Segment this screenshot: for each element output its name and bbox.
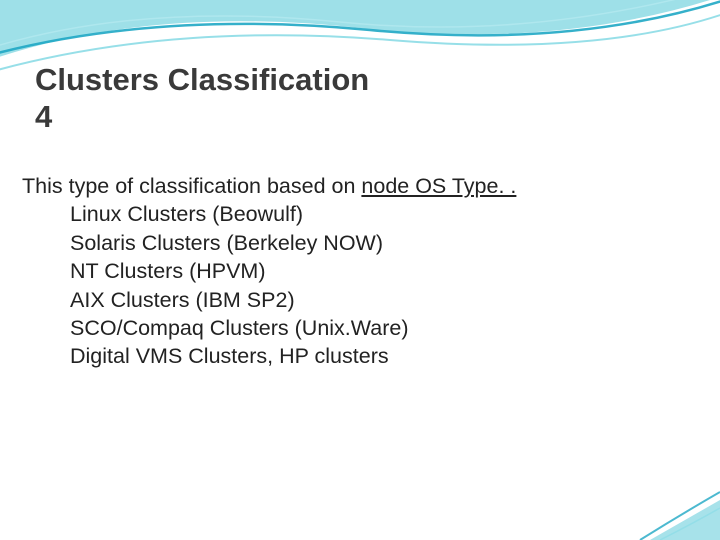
cluster-list: Linux Clusters (Beowulf) Solaris Cluster… <box>22 200 516 370</box>
slide-title: Clusters Classification 4 <box>35 62 369 135</box>
list-item: Digital VMS Clusters, HP clusters <box>70 342 516 370</box>
list-item: Solaris Clusters (Berkeley NOW) <box>70 229 516 257</box>
list-item: AIX Clusters (IBM SP2) <box>70 286 516 314</box>
list-item: SCO/Compaq Clusters (Unix.Ware) <box>70 314 516 342</box>
title-line-1: Clusters Classification <box>35 62 369 97</box>
intro-prefix: This type of classification based on <box>22 174 361 198</box>
slide-content: This type of classification based on nod… <box>22 172 516 371</box>
decorative-corner-bottom-right <box>630 480 720 540</box>
list-item: NT Clusters (HPVM) <box>70 257 516 285</box>
list-item: Linux Clusters (Beowulf) <box>70 200 516 228</box>
intro-line: This type of classification based on nod… <box>22 172 516 200</box>
title-line-2: 4 <box>35 99 52 134</box>
intro-underlined: node OS Type. . <box>361 174 516 198</box>
